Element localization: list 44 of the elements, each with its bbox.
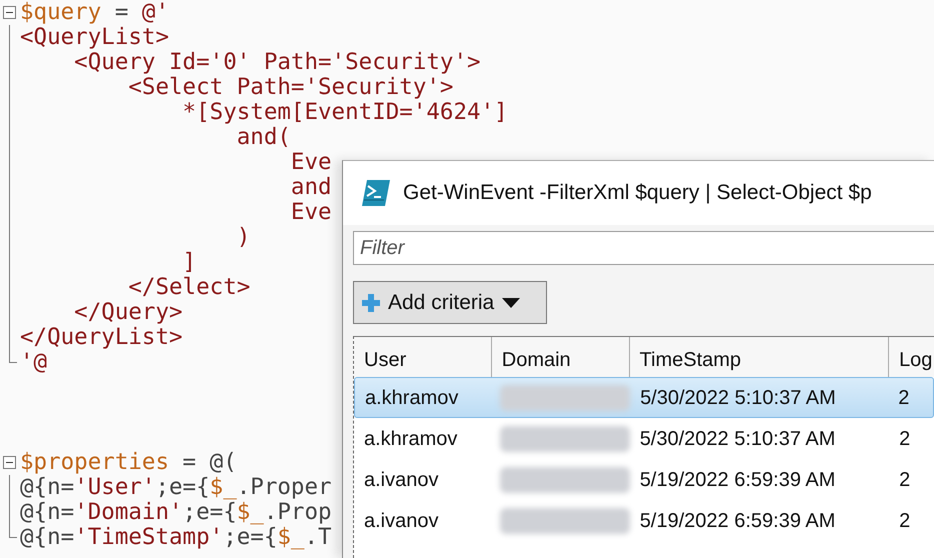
table-cell-text: 5/19/2022 6:59:39 AM [638, 508, 836, 534]
table-cell-text: 2 [897, 386, 910, 410]
collapse-icon[interactable] [3, 6, 16, 19]
table-row[interactable]: a.khramov 5/30/2022 5:10:37 AM 2 [354, 377, 934, 418]
code-line: $query = @' [20, 0, 170, 25]
collapse-icon[interactable] [3, 456, 16, 469]
code-line: and( [236, 125, 291, 150]
table-cell-text: 2 [898, 426, 912, 452]
code-line: @{n='User';e={$_.Proper [20, 475, 332, 500]
table-cell-text: 5/19/2022 6:59:39 AM [638, 468, 836, 492]
code-line: </Select> [127, 275, 250, 300]
filter-field[interactable]: Filter [353, 231, 934, 265]
plus-icon [362, 294, 380, 312]
code-line: <Query Id='0' Path='Security'> [73, 50, 481, 75]
code-line: <Select Path='Security'> [127, 75, 454, 100]
table-row[interactable]: a.ivanov 5/19/2022 6:59:39 AM 2 [354, 459, 934, 500]
window-title: Get-WinEvent -FilterXml $query | Select-Object $p [403, 180, 872, 206]
code-line: @{n='Domain';e={$_.Prop [20, 500, 332, 525]
terminal-icon [361, 178, 391, 208]
code-line: and [290, 175, 332, 200]
table-cell-text: 2 [898, 468, 912, 492]
code-line: </QueryList> [20, 325, 183, 350]
table-cell-text: a.ivanov [363, 468, 440, 492]
table-cell-text: 2 [898, 508, 912, 534]
table-cell-text: 5/30/2022 5:10:37 AM [639, 386, 837, 410]
table-row[interactable]: a.ivanov 5/19/2022 6:59:39 AM 2 [354, 500, 934, 541]
code-line: @{n='TimeStamp';e={$_.T [20, 525, 332, 550]
code-line: <QueryList> [20, 25, 170, 50]
code-line: '@ [20, 350, 48, 375]
code-line: *[System[EventID='4624'] [182, 100, 508, 125]
table-cell-text: a.khramov [364, 386, 460, 410]
code-line: $properties = @( [20, 450, 237, 475]
code-line: Eve [290, 200, 332, 225]
add-criteria-button[interactable]: Add criteria [353, 281, 547, 324]
caret-icon [502, 298, 520, 308]
code-line: ) [236, 225, 250, 250]
column-header[interactable]: Log [889, 337, 934, 377]
table-cell-text: a.khramov [363, 426, 458, 452]
code-line: Eve [290, 150, 332, 175]
code-line: ] [182, 250, 196, 275]
table-cell-text: 5/30/2022 5:10:37 AM [638, 426, 836, 452]
table-row[interactable]: a.khramov 5/30/2022 5:10:37 AM 2 [354, 418, 934, 459]
table-cell-text: a.ivanov [363, 508, 440, 534]
code-line: </Query> [73, 300, 183, 325]
